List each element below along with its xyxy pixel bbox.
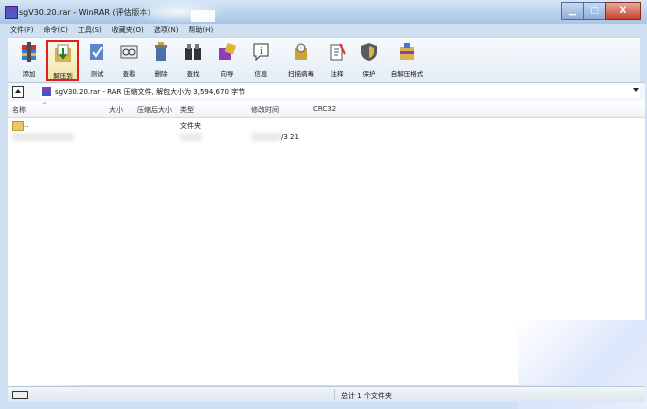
title-glow-spot	[191, 10, 215, 22]
toolbar: 添加 解压到 测试 查看 删除 查找 向导 i 信息 扫描病毒 注释 保护 自解…	[8, 37, 640, 83]
table-row[interactable]: /3 21	[8, 131, 645, 143]
row-type: 文件夹	[180, 122, 201, 130]
row-modified: /3 21	[281, 133, 299, 141]
menu-tools[interactable]: 工具(S)	[76, 24, 104, 37]
info-label: 信息	[254, 70, 268, 78]
table-row[interactable]: .. 文件夹	[8, 119, 645, 131]
redacted-name	[12, 133, 74, 141]
status-bar: 总计 1 个文件夹	[8, 386, 645, 402]
column-crc32[interactable]: CRC32	[313, 105, 336, 113]
address-bar: sgV30.20.rar - RAR 压缩文件, 解包大小为 3,594,670…	[8, 82, 645, 102]
protect-button[interactable]: 保护	[354, 40, 384, 80]
add-button[interactable]: 添加	[14, 40, 44, 80]
add-archive-icon	[22, 42, 36, 62]
column-type[interactable]: 类型	[180, 105, 194, 115]
scan-virus-button[interactable]: 扫描病毒	[286, 40, 316, 80]
drive-icon[interactable]	[12, 391, 28, 399]
address-field[interactable]: sgV30.20.rar - RAR 压缩文件, 解包大小为 3,594,670…	[40, 85, 640, 98]
svg-text:i: i	[260, 47, 263, 57]
sfx-icon	[400, 43, 414, 60]
extract-to-button[interactable]: 解压到	[46, 40, 79, 81]
wizard-button[interactable]: 向导	[212, 40, 242, 80]
title-bar[interactable]: sgV30.20.rar - WinRAR (评估版本) ▁ □ X	[0, 0, 647, 24]
minimize-button[interactable]: ▁	[561, 2, 584, 20]
maximize-button[interactable]: □	[583, 2, 606, 20]
column-header: 名称 ^ 大小 压缩后大小 类型 修改时间 CRC32	[8, 101, 645, 118]
sort-up-icon: ^	[42, 102, 48, 109]
up-folder-button[interactable]	[12, 86, 24, 98]
redacted-date	[251, 133, 281, 141]
delete-icon	[155, 42, 167, 61]
winrar-app-icon	[5, 6, 18, 19]
extract-to-icon	[55, 44, 71, 62]
protect-icon	[361, 43, 377, 61]
menu-commands[interactable]: 命令(C)	[42, 24, 70, 37]
column-modified[interactable]: 修改时间	[251, 105, 279, 115]
sfx-button[interactable]: 自解压格式	[391, 40, 423, 80]
menu-options[interactable]: 选项(N)	[152, 24, 181, 37]
chevron-down-icon[interactable]	[633, 88, 639, 92]
menu-help[interactable]: 帮助(H)	[186, 24, 215, 37]
sfx-label: 自解压格式	[390, 70, 424, 78]
find-button[interactable]: 查找	[178, 40, 208, 80]
close-button[interactable]: X	[605, 2, 641, 20]
column-name[interactable]: 名称	[12, 105, 26, 115]
menu-bar: 文件(F) 命令(C) 工具(S) 收藏夹(O) 选项(N) 帮助(H)	[8, 24, 640, 37]
test-icon	[90, 44, 103, 60]
list-pane-fade	[8, 221, 88, 391]
view-icon	[120, 45, 138, 59]
archive-icon	[42, 87, 51, 96]
menu-favorites[interactable]: 收藏夹(O)	[110, 24, 146, 37]
menu-file[interactable]: 文件(F)	[8, 24, 36, 37]
find-icon	[185, 44, 201, 60]
status-total: 总计 1 个文件夹	[341, 392, 392, 400]
row-name: ..	[24, 121, 29, 129]
status-divider	[334, 389, 335, 400]
column-packed[interactable]: 压缩后大小	[137, 105, 172, 115]
address-text: sgV30.20.rar - RAR 压缩文件, 解包大小为 3,594,670…	[55, 88, 246, 96]
info-icon: i	[253, 43, 269, 62]
protect-label: 保护	[362, 70, 376, 78]
folder-up-icon	[12, 121, 24, 131]
wizard-icon	[219, 42, 236, 60]
redacted-type	[180, 133, 202, 141]
scan-virus-icon	[295, 43, 307, 60]
column-size[interactable]: 大小	[109, 105, 123, 115]
info-button[interactable]: i 信息	[246, 40, 276, 80]
comment-icon	[330, 43, 346, 61]
